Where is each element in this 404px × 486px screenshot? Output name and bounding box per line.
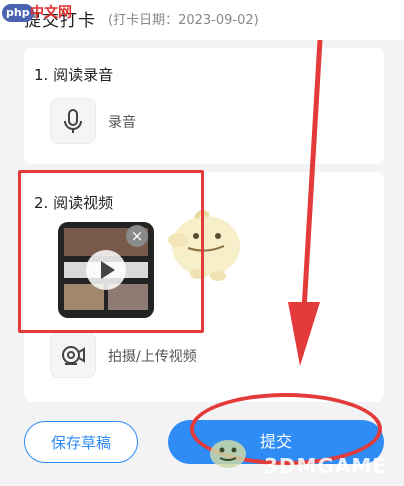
audio-section-title: 1. 阅读录音 bbox=[34, 66, 114, 84]
footer-watermark: 3DMGAME bbox=[264, 454, 387, 478]
record-label: 录音 bbox=[108, 115, 136, 131]
save-draft-button[interactable]: 保存草稿 bbox=[24, 421, 138, 463]
microphone-icon bbox=[64, 109, 82, 133]
upload-video-label: 拍摄/上传视频 bbox=[108, 349, 197, 365]
checkin-date: (打卡日期：2023-09-02) bbox=[108, 13, 259, 28]
video-camera-icon bbox=[62, 346, 85, 365]
audio-section: 1. 阅读录音 录音 bbox=[24, 48, 384, 164]
record-button[interactable] bbox=[50, 98, 96, 144]
php-watermark-text: 中文网 bbox=[30, 5, 72, 21]
annotation-arrow bbox=[288, 40, 323, 366]
upload-video-button[interactable] bbox=[50, 332, 96, 378]
watermark-logo-icon bbox=[210, 440, 246, 468]
php-watermark-badge: php bbox=[2, 4, 34, 22]
annotation-highlight-box bbox=[18, 170, 204, 333]
